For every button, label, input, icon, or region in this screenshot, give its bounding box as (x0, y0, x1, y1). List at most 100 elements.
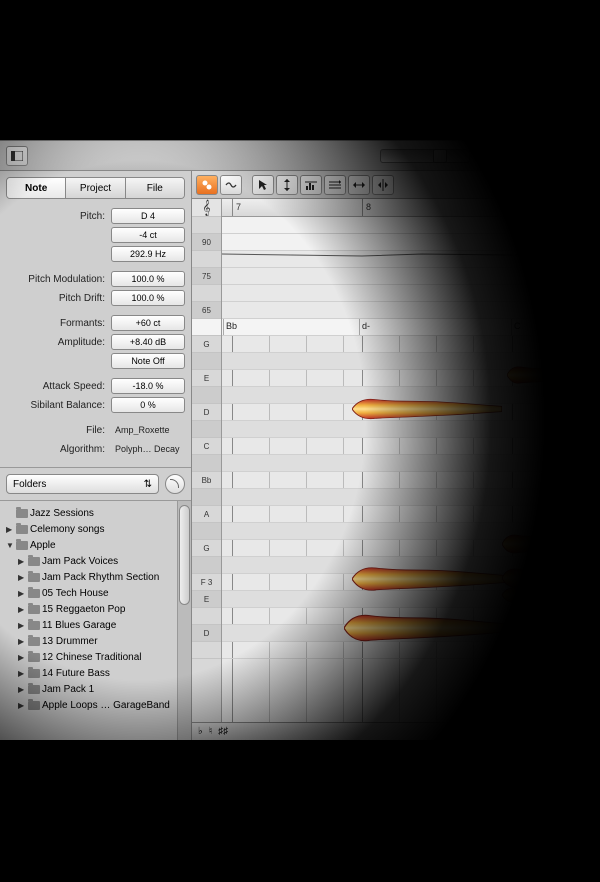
tool-separate-button[interactable] (372, 175, 394, 195)
sibilant-value[interactable]: 0 % (111, 397, 185, 413)
pitch-ruler-cell (192, 642, 221, 659)
amp-ruler-cell: 75 (192, 268, 221, 285)
chord-label[interactable]: Bb (226, 321, 237, 331)
disclosure-icon[interactable]: ▶ (6, 525, 14, 534)
tool-formant-button[interactable] (324, 175, 346, 195)
note-blob[interactable] (502, 532, 600, 556)
disclosure-icon[interactable]: ▶ (18, 701, 26, 710)
tool-amp-button[interactable] (300, 175, 322, 195)
noteoff-button[interactable]: Note Off (111, 353, 185, 369)
zoom-slider[interactable] (380, 149, 470, 163)
amp-ruler-cell (192, 285, 221, 302)
disclosure-icon[interactable]: ▶ (18, 605, 26, 614)
tab-file[interactable]: File (126, 178, 184, 198)
algo-value: Polyph… Decay (111, 444, 185, 454)
loop-button[interactable] (574, 146, 594, 166)
play-button[interactable] (552, 146, 572, 166)
chord-track[interactable]: Bb d- C (222, 319, 600, 336)
pitch-ruler-cell (192, 489, 221, 506)
disclosure-icon[interactable]: ▶ (18, 589, 26, 598)
zoom-mode-button[interactable] (478, 146, 500, 166)
tool-time-button[interactable] (348, 175, 370, 195)
pitch-value[interactable]: D 4 (111, 208, 185, 224)
top-toolbar (0, 141, 600, 171)
sibilant-label: Sibilant Balance: (6, 400, 111, 411)
folder-item[interactable]: ▶Celemony songs (2, 521, 189, 537)
sharp-icon[interactable]: ♯♯ (218, 726, 228, 737)
pitch-ruler-cell (192, 455, 221, 472)
disclosure-icon[interactable]: ▶ (18, 557, 26, 566)
folder-label: 05 Tech House (42, 588, 109, 599)
disclosure-icon[interactable]: ▶ (18, 573, 26, 582)
folder-label: Apple (30, 540, 56, 551)
editor-footer: ♭ ♮ ♯♯ (192, 722, 600, 740)
folder-label: 13 Drummer (42, 636, 98, 647)
stop-button[interactable] (530, 146, 550, 166)
ruler-tick: 9 (512, 199, 521, 216)
folder-item[interactable]: ▶Jam Pack Voices (2, 553, 189, 569)
folder-item[interactable]: ▶ 13 Drummer (2, 633, 189, 649)
browser-view-select[interactable]: Folders ⇅ (6, 474, 159, 494)
amplitude-value[interactable]: +8.40 dB (111, 334, 185, 350)
drift-value[interactable]: 100.0 % (111, 290, 185, 306)
folder-item[interactable]: ▶14 Future Bass (2, 665, 189, 681)
pitchmod-label: Pitch Modulation: (6, 274, 111, 285)
folder-item[interactable]: ▶12 Chinese Traditional (2, 649, 189, 665)
pitch-ruler-cell: D (192, 404, 221, 421)
note-blob[interactable] (507, 364, 597, 386)
flat-icon[interactable]: ♭ (198, 726, 203, 737)
disclosure-icon[interactable]: ▶ (18, 653, 26, 662)
pitch-ruler: 𝄞 907565GEDCBbAGF 3ED (192, 199, 222, 722)
note-blob[interactable] (352, 564, 512, 594)
folder-icon (28, 637, 40, 646)
note-blob[interactable] (502, 585, 600, 605)
time-ruler[interactable]: 789 (222, 199, 600, 217)
amp-ruler-cell (192, 217, 221, 234)
note-grid[interactable]: 789 Bbd-C (222, 199, 600, 722)
note-blob[interactable] (352, 396, 502, 422)
folder-item[interactable]: ▼ Apple (2, 537, 189, 553)
chord-label[interactable]: C (514, 321, 521, 331)
chord-label[interactable]: d- (362, 321, 370, 331)
pitch-ruler-cell (192, 353, 221, 370)
tab-note[interactable]: Note (7, 178, 66, 198)
folder-item[interactable]: ▶11 Blues Garage (2, 617, 189, 633)
browser-recent-button[interactable] (165, 474, 185, 494)
editor-panel: 𝄞 907565GEDCBbAGF 3ED 789 Bbd-C ♭ ♮ ♯♯ (192, 171, 600, 740)
tool-pitch-button[interactable] (196, 175, 218, 195)
folder-item[interactable]: ▶15 Reggaeton Pop (2, 601, 189, 617)
pitch-cents-value[interactable]: -4 ct (111, 227, 185, 243)
disclosure-icon[interactable]: ▼ (6, 541, 14, 550)
tool-split-button[interactable] (276, 175, 298, 195)
folder-item[interactable]: ▶Jam Pack Rhythm Section (2, 569, 189, 585)
ruler-tick: 8 (362, 199, 371, 216)
note-editor[interactable]: 𝄞 907565GEDCBbAGF 3ED 789 Bbd-C (192, 199, 600, 722)
pitch-ruler-cell: A (192, 506, 221, 523)
attack-value[interactable]: -18.0 % (111, 378, 185, 394)
disclosure-icon[interactable]: ▶ (18, 685, 26, 694)
tree-scrollbar[interactable] (177, 501, 191, 740)
sidebar-toggle-button[interactable] (6, 146, 28, 166)
tab-project[interactable]: Project (66, 178, 125, 198)
natural-icon[interactable]: ♮ (209, 726, 213, 737)
folder-item[interactable]: ▶ 05 Tech House (2, 585, 189, 601)
folder-item[interactable]: ▶Apple Loops … GarageBand (2, 697, 189, 713)
amp-ruler-cell (192, 251, 221, 268)
pitch-label: Pitch: (6, 211, 111, 222)
tool-arrow-button[interactable] (252, 175, 274, 195)
folder-item[interactable]: ▶Jam Pack 1 (2, 681, 189, 697)
pitchmod-value[interactable]: 100.0 % (111, 271, 185, 287)
editor-toolbar (192, 171, 600, 199)
amplitude-curve[interactable] (222, 234, 600, 302)
pitch-hz-value[interactable]: 292.9 Hz (111, 246, 185, 262)
disclosure-icon[interactable]: ▶ (18, 669, 26, 678)
disclosure-icon[interactable]: ▶ (18, 621, 26, 630)
disclosure-icon[interactable]: ▶ (18, 637, 26, 646)
folder-item[interactable]: Jazz Sessions (2, 505, 189, 521)
inspector-panel: Note Project File Pitch:D 4 -4 ct 292.9 … (0, 171, 192, 740)
chord-ruler-cell (192, 319, 221, 336)
formants-value[interactable]: +60 ct (111, 315, 185, 331)
tool-mod-button[interactable] (220, 175, 242, 195)
record-button[interactable] (508, 146, 528, 166)
note-blob[interactable] (344, 611, 514, 645)
